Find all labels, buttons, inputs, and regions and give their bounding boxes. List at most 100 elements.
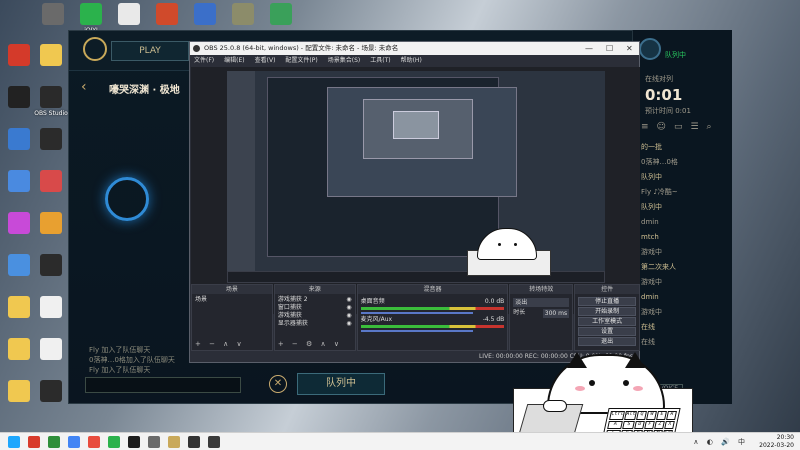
exit-button[interactable]: 退出	[578, 337, 636, 346]
sources-dock: 来源 游戏捕获 2 ◉ 窗口捕获 ◉ 游戏捕获 ◉ 显示器捕获 ◉ + − ⚙ ∧ ∨	[273, 284, 356, 351]
taskbar-app-icon[interactable]	[108, 436, 120, 448]
taskbar-app-icon[interactable]	[88, 436, 100, 448]
friend-list-entry[interactable]: 在线	[641, 320, 729, 335]
menu-item[interactable]: 配置文件(P)	[285, 55, 317, 66]
taskbar-app-icon[interactable]	[148, 436, 160, 448]
mixer-header: 混音器	[357, 285, 508, 294]
friend-list-entry[interactable]: 队列中	[641, 170, 729, 185]
desktop-shortcut-icon[interactable]	[36, 296, 66, 318]
taskbar-app-icon[interactable]	[68, 436, 80, 448]
taskbar-app-icon[interactable]	[128, 436, 140, 448]
desktop-shortcut-icon[interactable]	[36, 338, 66, 360]
volume-slider[interactable]	[360, 330, 473, 332]
scenes-dock: 场景 场景 + − ∧ ∨	[191, 284, 273, 351]
friend-list-entry[interactable]: dmin	[641, 290, 729, 305]
list-icon[interactable]: ☰	[690, 122, 698, 132]
scenes-toolbar[interactable]: + − ∧ ∨	[195, 340, 245, 348]
scene-item[interactable]: 场景	[195, 296, 269, 304]
search-icon[interactable]: ⌕	[707, 122, 712, 132]
desktop-shortcut-icon[interactable]	[4, 44, 34, 66]
minimize-icon[interactable]: —	[585, 42, 593, 55]
queue-status-button[interactable]: 队列中	[297, 373, 385, 395]
transition-select[interactable]: 淡出	[513, 298, 570, 307]
taskbar-app-icon[interactable]	[28, 436, 40, 448]
desktop-shortcut-icon[interactable]: OBS Studio	[34, 86, 68, 117]
league-logo-icon[interactable]	[83, 37, 107, 61]
desktop-shortcut-icon[interactable]	[114, 3, 144, 25]
desktop-shortcut-icon[interactable]	[4, 212, 34, 234]
menu-item[interactable]: 文件(F)	[194, 55, 214, 66]
stop-streaming-button[interactable]: 停止直播	[578, 297, 636, 306]
friend-list-entry[interactable]: mtch	[641, 230, 729, 245]
obs-menu-bar: 文件(F) 编辑(E) 查看(V) 配置文件(P) 场景集合(S) 工具(T) 帮助(H)	[190, 55, 639, 66]
menu-item[interactable]: 场景集合(S)	[328, 55, 361, 66]
desktop-shortcut-icon[interactable]	[36, 128, 66, 150]
desktop-shortcut-icon[interactable]	[36, 170, 66, 192]
desktop-shortcut-icon[interactable]	[266, 3, 296, 25]
captured-desktop-icons	[227, 71, 255, 271]
desktop-shortcut-icon[interactable]	[152, 3, 182, 25]
folder-icon[interactable]: ▭	[674, 122, 683, 132]
desktop-shortcut-icon[interactable]	[4, 170, 34, 192]
source-item[interactable]: 游戏捕获 ◉	[278, 312, 352, 320]
duration-input[interactable]: 300 ms	[542, 309, 570, 318]
desktop-shortcut-icon[interactable]	[36, 212, 66, 234]
desktop-shortcut-icon[interactable]	[4, 338, 34, 360]
source-item[interactable]: 显示器捕获 ◉	[278, 320, 352, 328]
controls-dock: 控件 停止直播 开始录制 工作室模式 设置 退出	[574, 284, 640, 351]
menu-item[interactable]: 编辑(E)	[224, 55, 244, 66]
desktop-shortcut-icon[interactable]	[38, 3, 68, 25]
taskbar-app-icon[interactable]	[48, 436, 60, 448]
system-tray[interactable]: ∧ ◐ 🔊 中	[693, 437, 748, 447]
friend-list-entry[interactable]: 游戏中	[641, 305, 729, 320]
menu-item[interactable]: 查看(V)	[255, 55, 276, 66]
maximize-icon[interactable]: ☐	[606, 42, 613, 55]
chat-input[interactable]	[85, 377, 241, 393]
friends-icon[interactable]: ☺	[657, 122, 666, 132]
desktop-shortcut-icon[interactable]	[4, 254, 34, 276]
cancel-queue-button[interactable]: ✕	[269, 375, 287, 393]
avatar[interactable]	[639, 38, 661, 60]
back-arrow-icon[interactable]: ‹	[81, 79, 87, 95]
friend-list-entry[interactable]: 游戏中	[641, 275, 729, 290]
add-friend-icon[interactable]: ≡	[641, 122, 649, 132]
desktop-shortcut-icon[interactable]	[4, 128, 34, 150]
transitions-header: 转场特效	[510, 285, 573, 294]
sources-toolbar[interactable]: + − ⚙ ∧ ∨	[278, 340, 342, 348]
desktop-shortcut-icon[interactable]	[190, 3, 220, 25]
desktop-shortcut-icon[interactable]	[4, 296, 34, 318]
play-button[interactable]: PLAY	[111, 41, 189, 61]
friend-list-entry[interactable]: 0落神…0格	[641, 155, 729, 170]
friend-list-entry[interactable]: 在线	[641, 335, 729, 350]
desktop-shortcut-icon[interactable]	[36, 254, 66, 276]
desktop-shortcut-icon[interactable]	[4, 86, 34, 108]
friend-list-entry[interactable]: 第二次来人	[641, 260, 729, 275]
sources-header: 来源	[274, 285, 355, 294]
start-recording-button[interactable]: 开始录制	[578, 307, 636, 316]
friend-list-entry[interactable]: dmin	[641, 215, 729, 230]
taskbar-clock[interactable]: 20:30 2022-03-20	[759, 434, 794, 450]
taskbar-app-icon[interactable]	[168, 436, 180, 448]
desktop-shortcut-icon[interactable]	[36, 380, 66, 402]
menu-item[interactable]: 工具(T)	[370, 55, 390, 66]
desktop-shortcut-icon[interactable]	[4, 380, 34, 402]
friend-list-entry[interactable]: 队列中	[641, 200, 729, 215]
desktop-shortcut-icon[interactable]	[36, 44, 66, 66]
settings-button[interactable]: 设置	[578, 327, 636, 336]
close-icon[interactable]: ✕	[626, 42, 633, 55]
source-item[interactable]: 游戏捕获 2 ◉	[278, 296, 352, 304]
friend-list-entry[interactable]: 的一批	[641, 140, 729, 155]
volume-slider[interactable]	[360, 312, 473, 314]
source-item[interactable]: 窗口捕获 ◉	[278, 304, 352, 312]
keycap: X	[664, 420, 675, 430]
desktop-shortcut-icon[interactable]	[228, 3, 258, 25]
obs-preview-area[interactable]	[191, 67, 640, 314]
taskbar-app-icon[interactable]	[208, 436, 220, 448]
friend-list-entry[interactable]: Fly ♪冷酷~	[641, 185, 729, 200]
friend-list-entry[interactable]: 游戏中	[641, 245, 729, 260]
taskbar-app-icon[interactable]	[188, 436, 200, 448]
studio-mode-button[interactable]: 工作室模式	[578, 317, 636, 326]
keycap: A	[607, 420, 623, 430]
menu-item[interactable]: 帮助(H)	[401, 55, 422, 66]
taskbar-app-icon[interactable]	[8, 436, 20, 448]
